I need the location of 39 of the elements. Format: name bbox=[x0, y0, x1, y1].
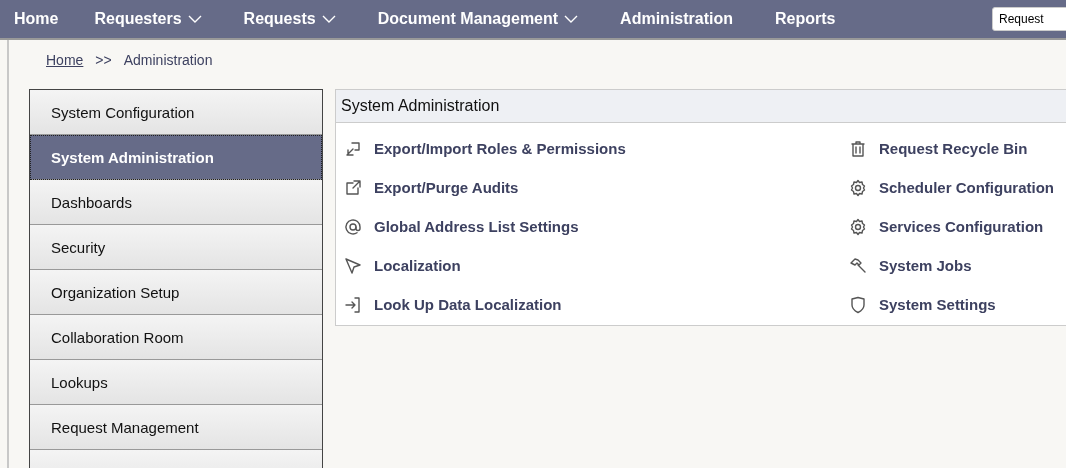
breadcrumb-link[interactable]: Home bbox=[46, 52, 84, 78]
sidebar-item[interactable]: System Configuration bbox=[30, 90, 322, 135]
panel-title: System Administration bbox=[341, 97, 500, 115]
nav-menu-item[interactable]: Home bbox=[14, 10, 59, 28]
shield-icon bbox=[849, 295, 867, 314]
sidebar-item[interactable]: Lookups bbox=[30, 360, 322, 405]
nav-menu-item[interactable]: Requesters bbox=[94, 10, 202, 28]
sidebar-item[interactable]: Security bbox=[30, 225, 322, 270]
admin-link[interactable]: Scheduler Configuration bbox=[841, 168, 1054, 207]
admin-link[interactable]: System Settings bbox=[841, 285, 1054, 324]
admin-link[interactable]: Global Address List Settings bbox=[336, 207, 841, 246]
breadcrumb-separator: >> bbox=[95, 52, 112, 70]
admin-link[interactable]: Export/Import Roles & Permissions bbox=[336, 129, 841, 168]
nav-menu-item[interactable]: Document Management bbox=[377, 10, 579, 28]
admin-link[interactable]: Services Configuration bbox=[841, 207, 1054, 246]
admin-link[interactable]: Request Recycle Bin bbox=[841, 129, 1054, 168]
breadcrumb-current: Administration bbox=[123, 52, 213, 70]
arrow-into-bracket-icon bbox=[344, 295, 362, 314]
admin-link[interactable]: Localization bbox=[336, 246, 841, 285]
sidebar-item[interactable]: Request Management bbox=[30, 405, 322, 450]
nav-menu-item[interactable]: Requests bbox=[243, 10, 336, 28]
cursor-icon bbox=[344, 256, 362, 275]
admin-link[interactable]: Look Up Data Localization bbox=[336, 285, 841, 324]
trash-icon bbox=[849, 139, 867, 158]
sidebar-item[interactable]: Dashboards bbox=[30, 180, 322, 225]
admin-link[interactable]: Export/Purge Audits bbox=[336, 168, 841, 207]
gear-icon bbox=[849, 217, 867, 236]
sidebar-item[interactable]: System Administration bbox=[30, 135, 322, 180]
sidebar-item[interactable]: Collaboration Room bbox=[30, 315, 322, 360]
search-field[interactable]: Request bbox=[992, 7, 1066, 31]
sidebar-item[interactable]: Organization Setup bbox=[30, 270, 322, 315]
at-sign-icon bbox=[344, 217, 362, 236]
external-link-icon bbox=[344, 178, 362, 197]
gear-icon bbox=[849, 178, 867, 197]
nav-menu-item[interactable]: Administration bbox=[620, 10, 733, 28]
nav-menu-item[interactable]: Reports bbox=[775, 10, 836, 28]
import-icon bbox=[344, 139, 362, 158]
admin-link[interactable]: System Jobs bbox=[841, 246, 1054, 285]
hammer-icon bbox=[849, 256, 867, 275]
